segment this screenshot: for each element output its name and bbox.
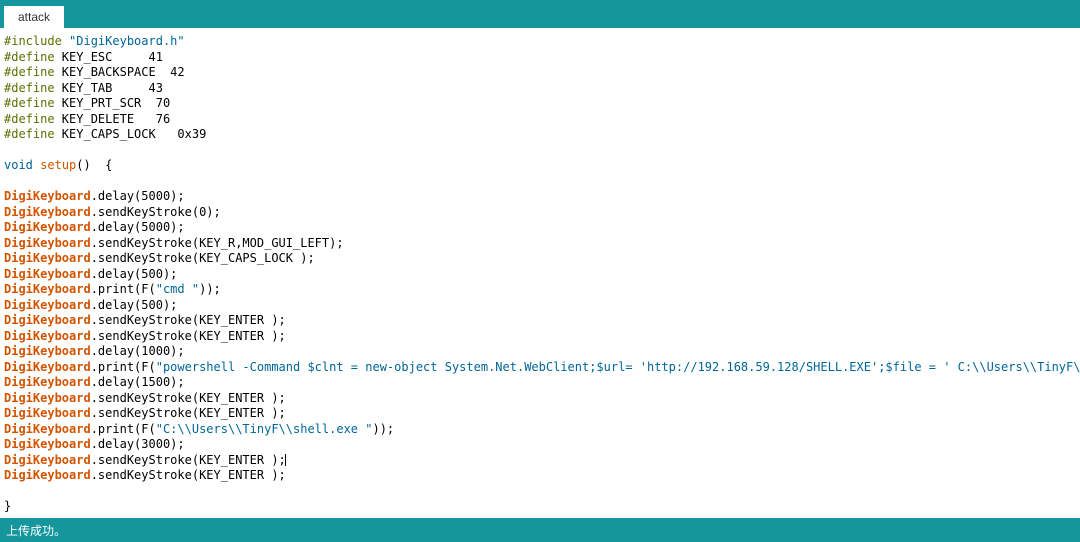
tab-bar: attack: [0, 0, 1080, 28]
code-editor[interactable]: #include "DigiKeyboard.h" #define KEY_ES…: [0, 28, 1080, 518]
tab-attack[interactable]: attack: [4, 6, 64, 28]
status-text: 上传成功。: [6, 524, 66, 538]
status-bar: 上传成功。: [0, 518, 1080, 542]
text-cursor: [285, 454, 286, 466]
